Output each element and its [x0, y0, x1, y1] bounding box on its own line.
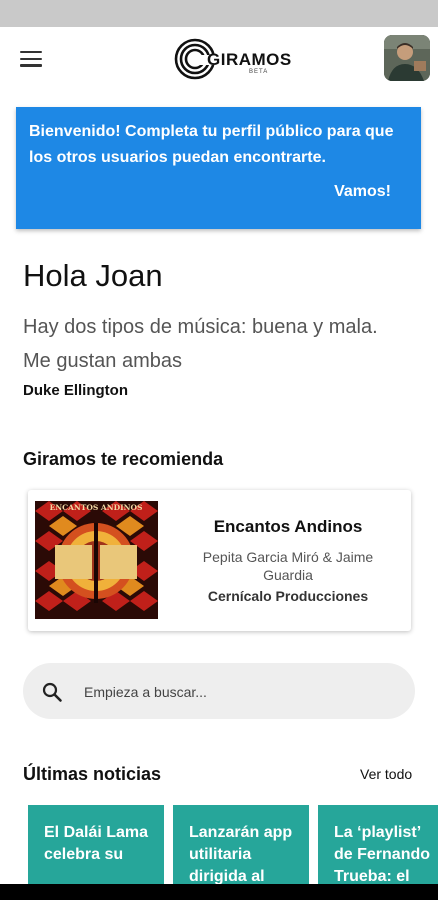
banner-message: Bienvenido! Completa tu perfil público p… [29, 123, 394, 166]
user-avatar[interactable] [384, 35, 430, 81]
system-navigation-bar [0, 884, 438, 900]
news-card[interactable]: Lanzarán app utilitaria dirigida al [173, 805, 309, 885]
recommendation-label: Cernícalo Producciones [207, 588, 369, 604]
beta-badge: BETA [249, 69, 269, 75]
hamburger-menu-icon[interactable] [20, 51, 42, 67]
news-section-title: Últimas noticias [23, 764, 162, 784]
recommendation-title: Encantos Andinos [213, 517, 363, 536]
news-card[interactable]: El Dalái Lama celebra su [28, 805, 164, 885]
complete-profile-banner: Bienvenido! Completa tu perfil público p… [16, 107, 421, 229]
search-icon [42, 682, 62, 702]
quote-author: Duke Ellington [23, 382, 128, 399]
greeting-heading: Hola Joan [23, 258, 163, 293]
album-cover-title: ENCANTOS ANDINOS [50, 503, 143, 512]
news-card[interactable]: La ‘playlist’ de Fernando Trueba: el [318, 805, 438, 885]
recommendation-card[interactable]: ENCANTOS ANDINOS Encantos Andinos Pepita… [28, 490, 411, 631]
news-card-title: El Dalái Lama celebra su [44, 824, 149, 863]
search-input[interactable] [82, 677, 386, 707]
top-app-bar: GIRAMOS BETA [0, 27, 438, 91]
recommendation-section-title: Giramos te recomienda [23, 449, 224, 469]
giramos-logo[interactable]: GIRAMOS BETA [171, 35, 291, 83]
status-bar [0, 0, 438, 27]
news-card-title: La ‘playlist’ de Fernando Trueba: el [334, 824, 431, 885]
avatar-photo-icon [384, 35, 430, 81]
news-card-title: Lanzarán app utilitaria dirigida al [189, 824, 293, 885]
search-bar[interactable] [23, 663, 415, 719]
album-cover-image: ENCANTOS ANDINOS [35, 501, 158, 619]
recommendation-artist: Pepita Garcia Miró & Jaime Guardia [202, 549, 374, 583]
quote-text: Hay dos tipos de música: buena y mala. M… [23, 316, 378, 372]
see-all-news-link[interactable]: Ver todo [360, 766, 412, 782]
banner-action-button[interactable]: Vamos! [334, 183, 391, 201]
logo-text: GIRAMOS [207, 50, 292, 69]
